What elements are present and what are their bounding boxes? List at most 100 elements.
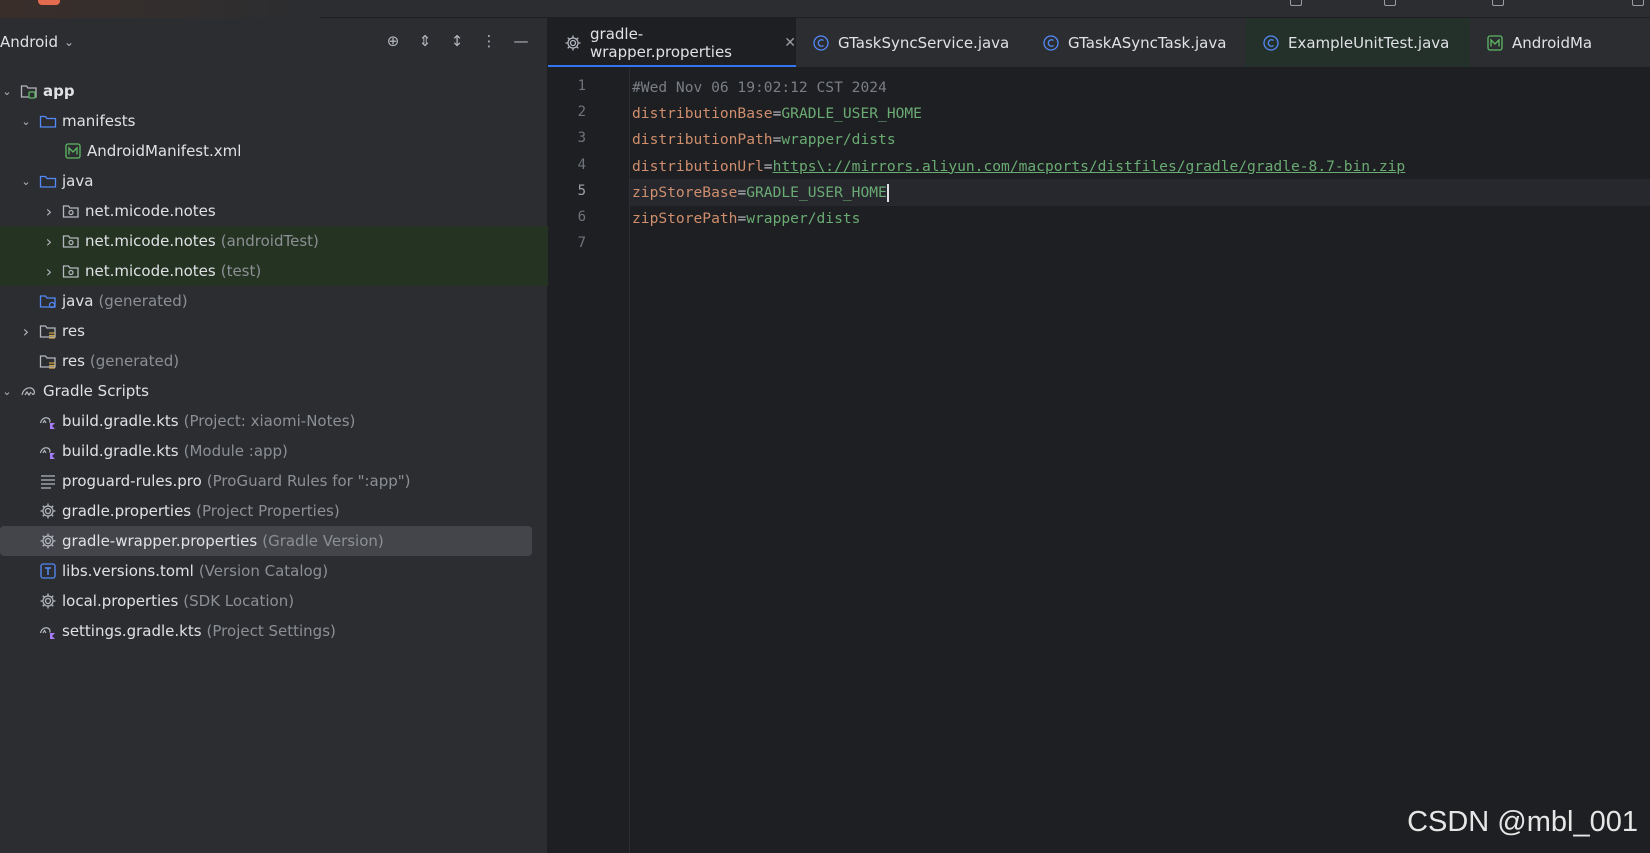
equals-sign: = [737, 210, 747, 227]
property-value: GRADLE_USER_HOME [746, 183, 887, 201]
property-key: zipStorePath [632, 210, 738, 227]
tree-item[interactable]: gradle-wrapper.properties (Gradle Version… [0, 526, 532, 556]
tree-item-label: java [62, 172, 94, 190]
property-value: wrapper/dists [746, 210, 861, 227]
tree-item[interactable]: res (generated) [0, 346, 548, 376]
line-number: 1 [577, 78, 586, 94]
property-value-link[interactable]: https\://mirrors.aliyun.com/macports/dis… [773, 158, 1406, 175]
line-number-gutter: 1 2 3 4 5 6 7 [548, 68, 630, 853]
minimize-icon[interactable]: — [512, 32, 530, 50]
tree-item-label: AndroidManifest.xml [87, 142, 242, 160]
code-line[interactable]: zipStorePath=wrapper/dists [630, 205, 1650, 232]
editor-area: gradle-wrapper.properties ✕ GTaskSyncServi… [548, 18, 1650, 853]
gear-icon [39, 502, 57, 520]
tree-item[interactable]: local.properties (SDK Location) [0, 586, 548, 616]
chevron-down-icon: ⌄ [64, 35, 75, 49]
editor-tab[interactable]: GTaskSyncService.java [796, 18, 1026, 67]
watermark: CSDN @mbl_001 [1407, 806, 1638, 838]
tree-item-label: net.micode.notes [85, 202, 216, 220]
tree-item-hint: (Project Settings) [206, 622, 336, 640]
tree-item-label: res [62, 322, 85, 340]
expand-all-icon[interactable]: ⇕ [416, 32, 434, 50]
project-panel-actions: ⊕ ⇕ ↕ ⋮ — [384, 32, 530, 50]
tree-item[interactable]: settings.gradle.kts (Project Settings) [0, 616, 548, 646]
text-caret [886, 183, 889, 202]
tree-item-hint: (Project Properties) [196, 502, 340, 520]
property-key: zipStoreBase [632, 183, 738, 201]
close-icon[interactable]: ✕ [784, 35, 796, 51]
text-file-icon [39, 472, 57, 490]
chevron-down-icon[interactable]: ⌄ [0, 385, 14, 398]
toolbar-icon[interactable] [1632, 0, 1644, 6]
project-view-selector[interactable]: Android ⌄ [0, 33, 74, 51]
class-icon [812, 34, 830, 52]
tree-item[interactable]: AndroidManifest.xml [0, 136, 548, 166]
tree-item[interactable]: libs.versions.toml (Version Catalog) [0, 556, 548, 586]
collapse-all-icon[interactable]: ↕ [448, 32, 466, 50]
chevron-down-icon[interactable]: ⌄ [19, 175, 33, 188]
more-options-icon[interactable]: ⋮ [480, 32, 498, 50]
tree-item[interactable]: › net.micode.notes [0, 196, 548, 226]
gear-icon [39, 532, 57, 550]
tree-item-label: manifests [62, 112, 136, 130]
tree-item[interactable]: java (generated) [0, 286, 548, 316]
folder-icon [39, 172, 57, 190]
app-logo-icon[interactable] [38, 0, 60, 5]
chevron-right-icon[interactable]: › [42, 202, 56, 221]
class-icon [1042, 34, 1060, 52]
editor-tab-label: ExampleUnitTest.java [1288, 34, 1450, 52]
editor-tab[interactable]: ExampleUnitTest.java [1246, 18, 1470, 67]
chevron-down-icon[interactable]: ⌄ [19, 115, 33, 128]
res-folder-icon [39, 352, 57, 370]
editor-tab[interactable]: GTaskASyncTask.java [1026, 18, 1246, 67]
line-number: 4 [577, 156, 586, 173]
tree-item[interactable]: › net.micode.notes (test) [0, 256, 548, 286]
editor-tab-label: GTaskASyncTask.java [1068, 34, 1227, 52]
code-line[interactable]: distributionBase=GRADLE_USER_HOME [630, 100, 1650, 127]
tree-item-label: java [62, 292, 94, 310]
tree-item[interactable]: build.gradle.kts (Project: xiaomi-Notes) [0, 406, 548, 436]
tree-item[interactable]: proguard-rules.pro (ProGuard Rules for ":… [0, 466, 548, 496]
editor-tab[interactable]: AndroidMa [1470, 18, 1650, 67]
tree-item[interactable]: build.gradle.kts (Module :app) [0, 436, 548, 466]
line-number: 5 [577, 182, 586, 199]
code-line[interactable] [630, 231, 1650, 258]
locate-icon[interactable]: ⊕ [384, 32, 402, 50]
tree-item-hint: (SDK Location) [183, 592, 295, 610]
toolbar-icon[interactable] [1492, 0, 1504, 6]
chevron-right-icon[interactable]: › [42, 232, 56, 251]
generated-folder-icon [39, 292, 57, 310]
toolbar-icon[interactable] [1384, 0, 1396, 6]
code-line[interactable]: distributionUrl=https\://mirrors.aliyun.… [630, 153, 1650, 180]
tree-item-label: net.micode.notes [85, 262, 216, 280]
tree-item[interactable]: ⌄ manifests [0, 106, 548, 136]
tree-item-label: app [43, 82, 75, 100]
tree-item[interactable]: ⌄ app [0, 76, 548, 106]
tree-item[interactable]: › res [0, 316, 548, 346]
tree-item[interactable]: ⌄ Gradle Scripts [0, 376, 548, 406]
tree-item-label: net.micode.notes [85, 232, 216, 250]
code-line[interactable]: distributionPath=wrapper/dists [630, 126, 1650, 153]
tree-item[interactable]: ⌄ java [0, 166, 548, 196]
code-editor[interactable]: #Wed Nov 06 19:02:12 CST 2024 distributio… [630, 68, 1650, 853]
class-icon [1262, 34, 1280, 52]
code-line[interactable]: #Wed Nov 06 19:02:12 CST 2024 [630, 74, 1650, 101]
chevron-right-icon[interactable]: › [19, 322, 33, 341]
project-panel-header: Android ⌄ ⊕ ⇕ ↕ ⋮ — [0, 18, 548, 72]
tree-item-label: build.gradle.kts [62, 412, 179, 430]
code-line[interactable]: zipStoreBase=GRADLE_USER_HOME [630, 178, 1650, 206]
toolbar-icon[interactable] [1290, 0, 1302, 6]
chevron-down-icon[interactable]: ⌄ [0, 85, 14, 98]
editor-tab-label: GTaskSyncService.java [838, 34, 1010, 52]
chevron-right-icon[interactable]: › [42, 262, 56, 281]
tree-item-hint: (androidTest) [220, 232, 319, 250]
line-number: 6 [577, 209, 586, 225]
package-icon [62, 202, 80, 220]
tree-item[interactable]: › net.micode.notes (androidTest) [0, 226, 548, 256]
tree-item[interactable]: gradle.properties (Project Properties) [0, 496, 548, 526]
editor-tab[interactable]: gradle-wrapper.properties ✕ [548, 18, 796, 67]
property-key: distributionPath [632, 131, 773, 149]
folder-icon [39, 112, 57, 130]
manifest-file-icon [1486, 34, 1504, 52]
gradle-kts-icon [39, 442, 57, 460]
